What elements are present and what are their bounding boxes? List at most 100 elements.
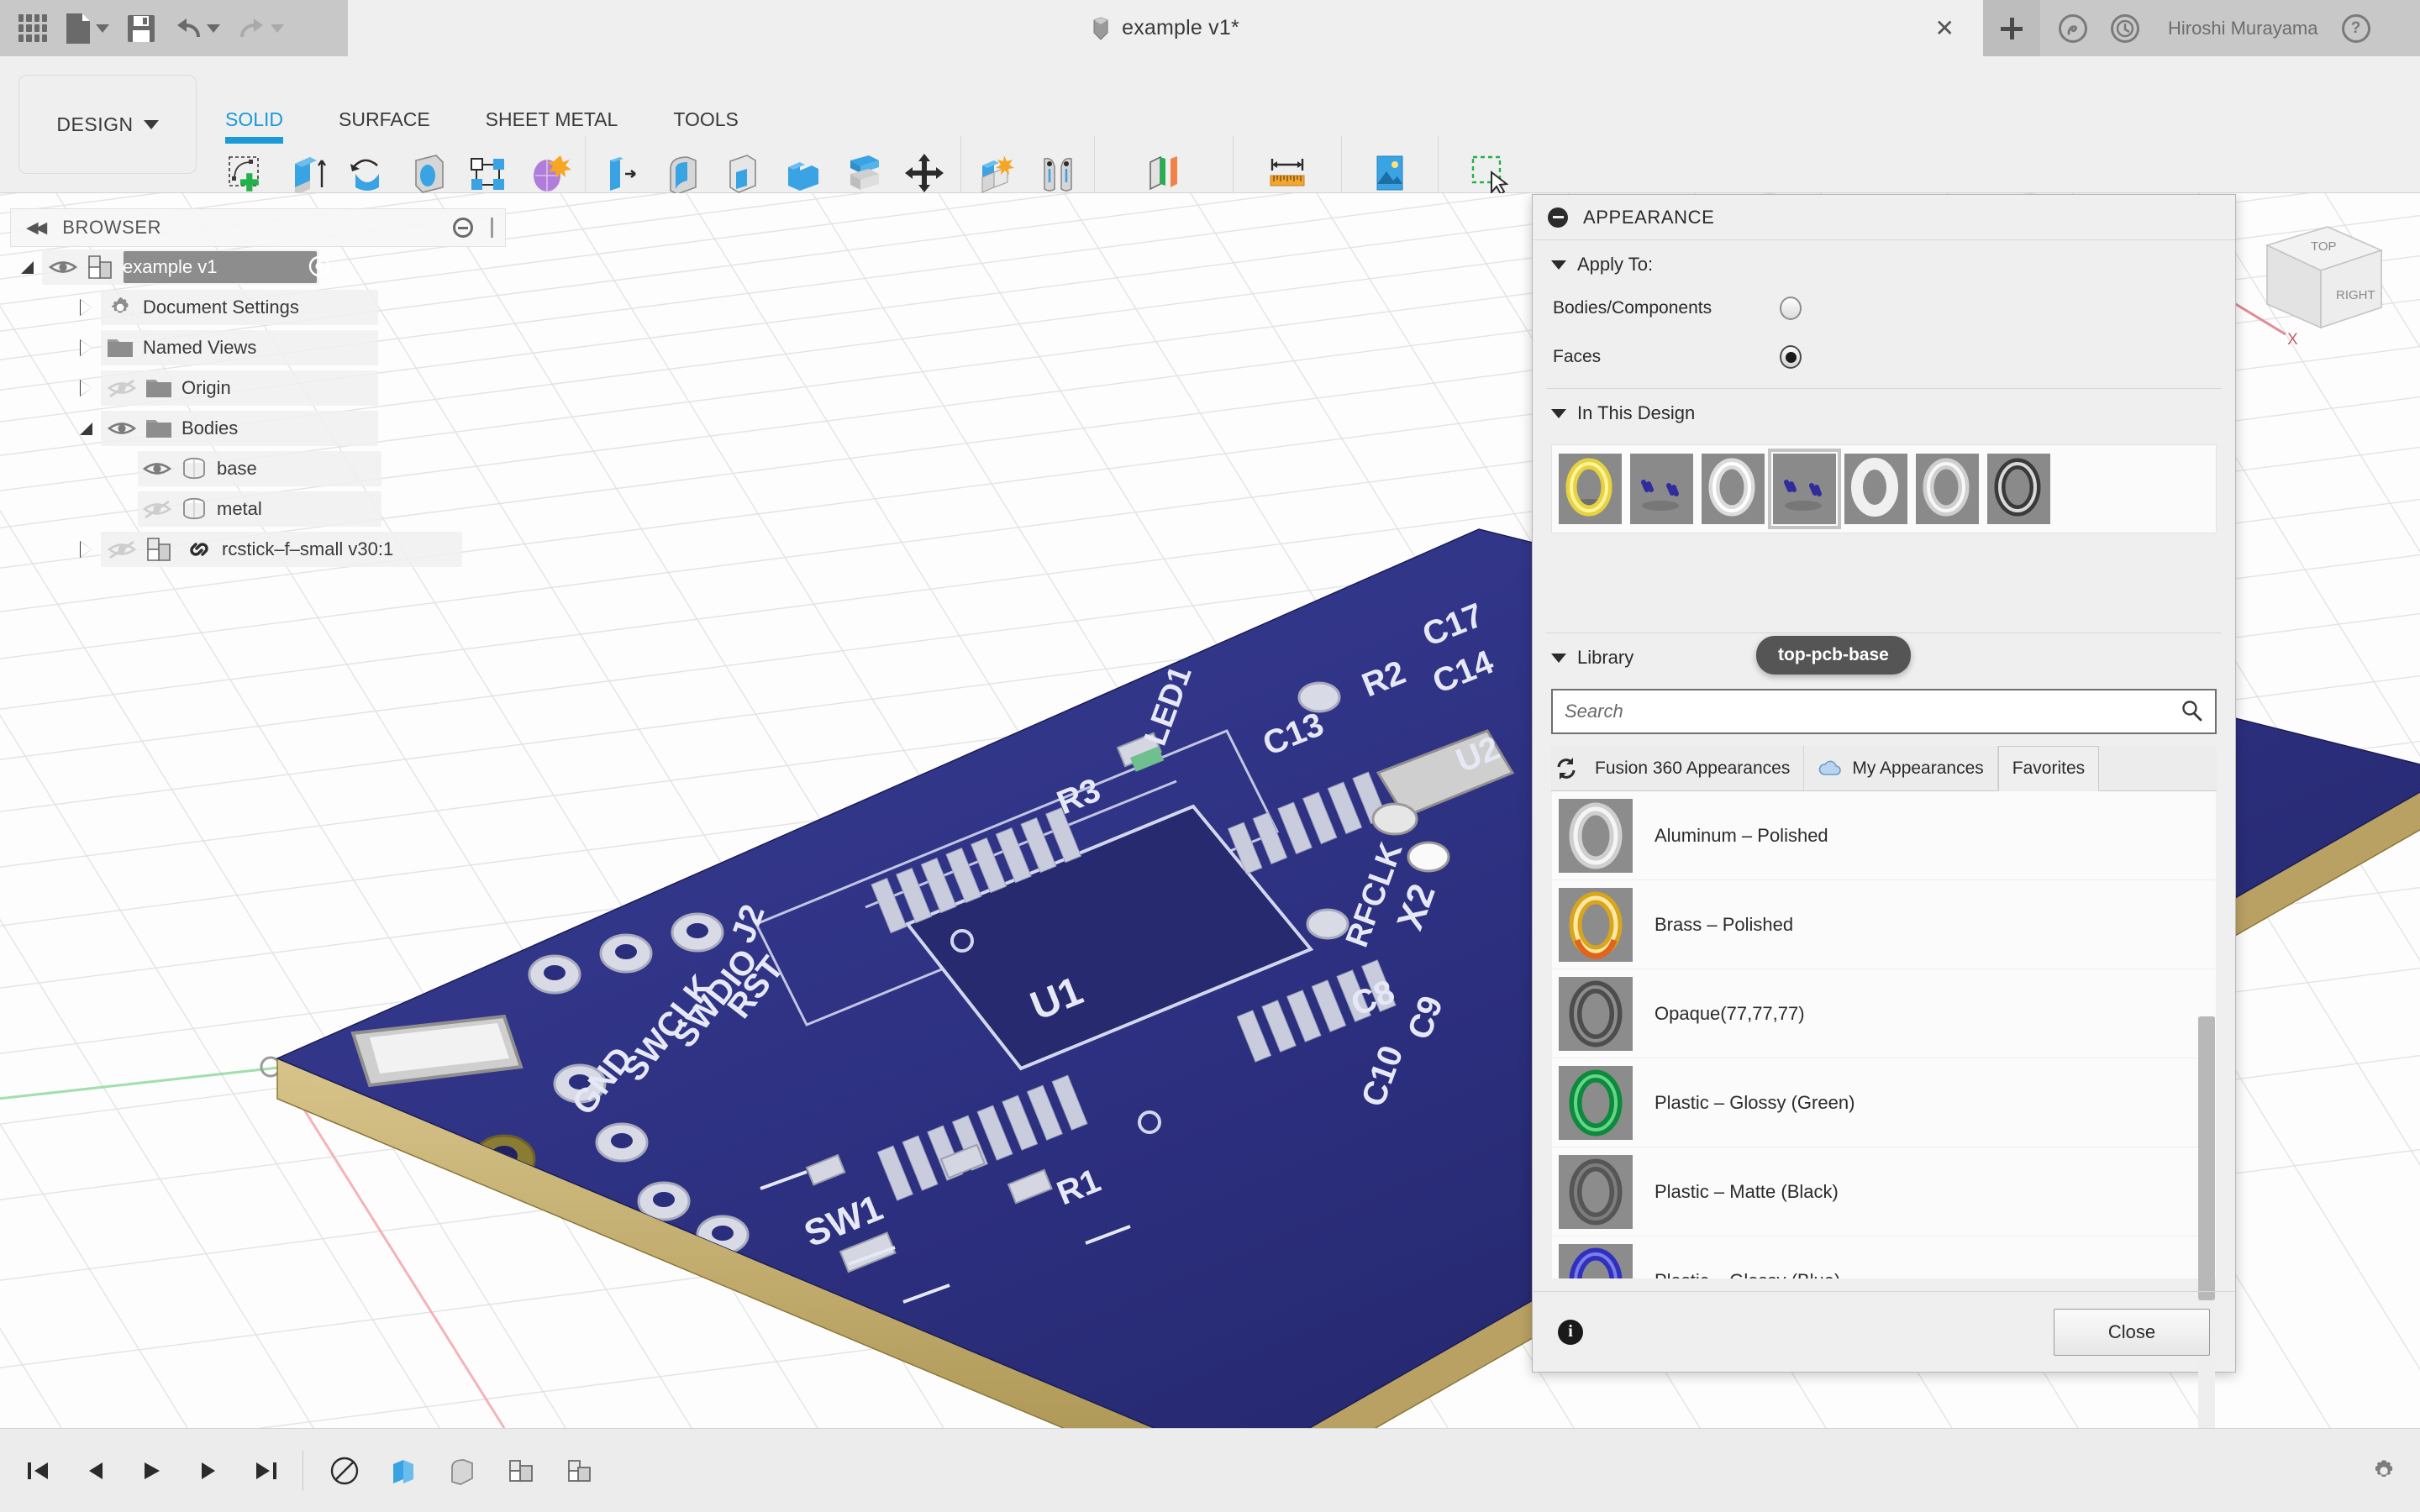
shell-icon[interactable]: [717, 148, 769, 200]
step-forward-button[interactable]: [195, 1457, 224, 1485]
insert-image-icon[interactable]: [1364, 148, 1416, 200]
top-pcb-base-swatch[interactable]: [1773, 454, 1836, 524]
visibility-eye-icon[interactable]: [103, 419, 141, 438]
extensions-icon[interactable]: [2059, 14, 2087, 43]
tree-item-base[interactable]: base: [10, 449, 506, 489]
silver-swatch[interactable]: [1916, 454, 1979, 524]
tab-surface[interactable]: SURFACE: [339, 108, 430, 137]
list-item-plastic-matte-black[interactable]: Plastic – Matte (Black): [1552, 1147, 2216, 1236]
expander-right-icon[interactable]: [69, 381, 103, 396]
view-cube-box[interactable]: TOP RIGHT: [2267, 227, 2381, 328]
combine-icon[interactable]: [777, 148, 829, 200]
undo-icon[interactable]: [173, 14, 220, 43]
new-file-caret-icon[interactable]: [96, 24, 109, 33]
measure-icon[interactable]: [1261, 148, 1313, 200]
collapse-left-icon[interactable]: ◀◀: [26, 218, 44, 238]
pcb-blue-swatch[interactable]: [1630, 454, 1693, 524]
tab-tools[interactable]: TOOLS: [673, 108, 739, 137]
component-feature[interactable]: [502, 1452, 540, 1490]
appearance-feature[interactable]: [560, 1452, 599, 1490]
move-copy-icon[interactable]: [898, 148, 950, 200]
extrude-icon[interactable]: [281, 148, 333, 200]
tree-item-example-v1[interactable]: example v1: [10, 247, 506, 287]
tab-fusion-360-appearances[interactable]: Fusion 360 Appearances: [1581, 746, 1804, 790]
library-search-box[interactable]: [1551, 689, 2217, 734]
sweep-icon[interactable]: [402, 148, 454, 200]
expander-down-icon[interactable]: [10, 261, 44, 274]
close-button[interactable]: Close: [2054, 1309, 2210, 1356]
apply-to-bodies-components-row[interactable]: Bodies/Components: [1533, 284, 2235, 333]
apply-to-faces-row[interactable]: Faces: [1533, 333, 2235, 381]
expander-right-icon[interactable]: [69, 542, 103, 557]
tree-item-bodies[interactable]: Bodies: [10, 408, 506, 449]
save-icon[interactable]: [126, 13, 156, 44]
tab-favorites[interactable]: Favorites: [1998, 746, 2099, 791]
user-name-label[interactable]: Hiroshi Murayama: [2168, 18, 2318, 39]
minimize-icon[interactable]: [1548, 207, 1568, 228]
tree-item-document-settings[interactable]: Document Settings: [10, 287, 506, 328]
library-material-list[interactable]: Aluminum – Polished Brass – Polished Opa…: [1551, 791, 2217, 1278]
apply-to-bodies-radio[interactable]: [1780, 297, 1802, 320]
list-item-brass-polished[interactable]: Brass – Polished: [1552, 880, 2216, 969]
apply-to-faces-radio[interactable]: [1780, 345, 1802, 369]
chrome-swatch[interactable]: [1702, 454, 1765, 524]
tree-item-rcstick[interactable]: rcstick–f–small v30:1: [10, 529, 506, 570]
list-item-opaque-77-77-77[interactable]: Opaque(77,77,77): [1552, 969, 2216, 1058]
browser-resize-handle[interactable]: [491, 218, 493, 238]
magnifier-icon[interactable]: [2180, 699, 2203, 725]
offset-face-icon[interactable]: [838, 148, 890, 200]
offset-plane-icon[interactable]: [1138, 148, 1190, 200]
expander-down-icon[interactable]: [69, 423, 103, 435]
fillet-feature[interactable]: [443, 1452, 481, 1490]
fillet-icon[interactable]: [656, 148, 708, 200]
select-window-icon[interactable]: [1462, 148, 1514, 200]
new-file-icon[interactable]: [64, 12, 109, 45]
visibility-eye-off-icon[interactable]: [138, 499, 176, 519]
list-item-plastic-glossy-green[interactable]: Plastic – Glossy (Green): [1552, 1058, 2216, 1147]
tree-item-origin[interactable]: Origin: [10, 368, 506, 408]
gear-icon[interactable]: [2370, 1457, 2398, 1485]
help-icon[interactable]: ?: [2342, 14, 2370, 43]
library-scrollbar-thumb[interactable]: [2198, 1016, 2215, 1300]
redo-icon[interactable]: [237, 14, 284, 43]
expander-right-icon[interactable]: [69, 340, 103, 355]
visibility-eye-off-icon[interactable]: [103, 539, 141, 559]
tree-item-named-views[interactable]: Named Views: [10, 328, 506, 368]
tab-my-appearances[interactable]: My Appearances: [1804, 746, 1997, 790]
new-component-icon[interactable]: [971, 148, 1023, 200]
white-plastic-swatch[interactable]: [1844, 454, 1907, 524]
pattern-icon[interactable]: [462, 148, 514, 200]
dark-chrome-swatch[interactable]: [1987, 454, 2050, 524]
job-status-icon[interactable]: [2111, 14, 2139, 43]
undo-caret-icon[interactable]: [207, 24, 220, 33]
create-sketch-icon[interactable]: [220, 148, 272, 200]
redo-caret-icon[interactable]: [271, 24, 284, 33]
jump-to-start-button[interactable]: [24, 1457, 52, 1485]
visibility-eye-icon[interactable]: [44, 258, 82, 276]
component-activate-icon[interactable]: [308, 255, 330, 280]
search-input[interactable]: [1565, 701, 2180, 722]
in-this-design-section-header[interactable]: In This Design: [1533, 389, 2235, 433]
jump-to-end-button[interactable]: [252, 1457, 281, 1485]
apply-to-section-header[interactable]: Apply To:: [1533, 240, 2235, 284]
tree-item-metal[interactable]: metal: [10, 489, 506, 529]
step-back-button[interactable]: [81, 1457, 109, 1485]
new-tab-button[interactable]: [1983, 0, 2040, 56]
play-button[interactable]: [138, 1457, 166, 1485]
joint-icon[interactable]: [1032, 148, 1084, 200]
close-icon[interactable]: ✕: [1935, 17, 1954, 40]
sketch-feature[interactable]: [325, 1452, 364, 1490]
extrude-feature[interactable]: [384, 1452, 423, 1490]
form-icon[interactable]: [523, 148, 575, 200]
viewport-canvas[interactable]: C17 C14 R2 C13 LED1 R3 U2 J2 RST SWDIO S…: [0, 193, 2420, 1428]
info-icon[interactable]: i: [1558, 1320, 1583, 1345]
revolve-icon[interactable]: [341, 148, 393, 200]
list-item-aluminum-polished[interactable]: Aluminum – Polished: [1552, 791, 2216, 880]
document-tab[interactable]: example v1* ✕: [348, 0, 1983, 56]
list-item-plastic-glossy-blue[interactable]: Plastic – Glossy (Blue): [1552, 1236, 2216, 1278]
tab-sheet-metal[interactable]: SHEET METAL: [486, 108, 618, 137]
visibility-eye-off-icon[interactable]: [103, 378, 141, 398]
workspace-switcher-button[interactable]: DESIGN: [18, 75, 197, 174]
gold-swatch[interactable]: [1559, 454, 1622, 524]
expander-right-icon[interactable]: [69, 300, 103, 315]
